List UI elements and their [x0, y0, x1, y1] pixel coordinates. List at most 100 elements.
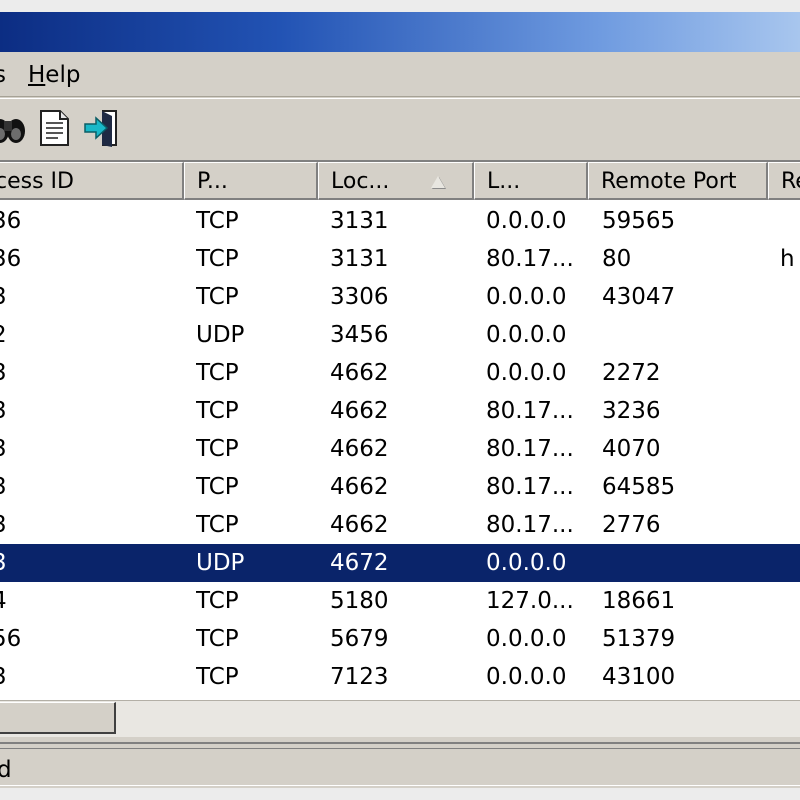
- find-icon: [0, 119, 25, 143]
- menu-bar: s Help: [0, 52, 800, 97]
- table-cell: 80.17...: [486, 436, 574, 462]
- column-header-remote-address[interactable]: Re: [768, 162, 800, 200]
- table-cell: 3: [0, 278, 172, 316]
- table-row[interactable]: 3 TCP 4662 0.0.0.0 2272: [0, 354, 800, 392]
- table-row[interactable]: 2 UDP 3456 0.0.0.0: [0, 316, 800, 354]
- table-cell: 2776: [602, 512, 661, 538]
- table-row[interactable]: 3 TCP 4662 80.17... 4070: [0, 430, 800, 468]
- table-cell: TCP: [196, 246, 239, 272]
- table-row[interactable]: 36 TCP 3131 0.0.0.0 59565: [0, 202, 800, 240]
- table-cell: 0.0.0.0: [486, 626, 567, 652]
- help-label-rest: elp: [45, 62, 81, 88]
- table-cell: TCP: [196, 512, 239, 538]
- table-cell: 3131: [330, 246, 389, 272]
- column-header-remote-port[interactable]: Remote Port: [588, 162, 768, 200]
- table-cell: UDP: [196, 322, 245, 348]
- exit-button[interactable]: [82, 107, 122, 149]
- table-cell: 3: [0, 658, 172, 696]
- table-row[interactable]: 3 UDP 4672 0.0.0.0: [0, 544, 800, 582]
- table-cell: 0.0.0.0: [486, 322, 567, 348]
- table-cell: 43047: [602, 284, 676, 310]
- properties-button[interactable]: [34, 107, 74, 149]
- column-header-process-id[interactable]: cess ID: [0, 162, 184, 200]
- table-cell: 80.17...: [486, 398, 574, 424]
- column-header-protocol[interactable]: P...: [184, 162, 318, 200]
- table-cell: 4672: [330, 550, 389, 576]
- table-cell: 5679: [330, 626, 389, 652]
- table-row[interactable]: 56 TCP 5679 0.0.0.0 51379: [0, 620, 800, 658]
- menu-item-partial[interactable]: s: [0, 60, 6, 90]
- table-cell: 4: [0, 582, 172, 620]
- table-row[interactable]: 3 TCP 3306 0.0.0.0 43047: [0, 278, 800, 316]
- horizontal-scrollbar[interactable]: [0, 700, 800, 737]
- window-top-edge: [0, 0, 800, 12]
- table-cell: TCP: [196, 474, 239, 500]
- status-bar: d: [0, 742, 800, 790]
- table-cell: 0.0.0.0: [486, 664, 567, 690]
- table-cell: 56: [0, 626, 22, 652]
- table-cell: 4662: [330, 436, 389, 462]
- menu-item-help[interactable]: Help: [28, 60, 80, 90]
- title-bar[interactable]: [0, 12, 800, 52]
- sort-ascending-icon: [431, 176, 445, 188]
- table-cell: h: [780, 246, 795, 272]
- scrollbar-thumb[interactable]: [0, 702, 116, 734]
- table-cell: 7123: [330, 664, 389, 690]
- table-cell: 80.17...: [486, 474, 574, 500]
- table-cell: 4662: [330, 360, 389, 386]
- table-cell: 36: [0, 246, 22, 272]
- toolbar: [0, 98, 800, 161]
- table-cell: TCP: [196, 588, 239, 614]
- help-accelerator: H: [28, 62, 46, 88]
- table-cell: 0.0.0.0: [486, 360, 567, 386]
- find-button[interactable]: [0, 107, 28, 149]
- document-icon: [40, 110, 69, 146]
- table-cell: 3: [0, 430, 172, 468]
- table-cell: 4662: [330, 474, 389, 500]
- table-cell: TCP: [196, 360, 239, 386]
- table-cell: 4662: [330, 512, 389, 538]
- table-row[interactable]: 4 TCP 5180 127.0... 18661: [0, 582, 800, 620]
- exit-icon: [84, 110, 117, 147]
- table-cell: 0.0.0.0: [486, 550, 567, 576]
- column-header-local-address[interactable]: L...: [474, 162, 588, 200]
- table-cell: 3: [0, 544, 172, 582]
- table-cell: 80.17...: [486, 246, 574, 272]
- table-cell: 64585: [602, 474, 676, 500]
- list-rows: 36 TCP 3131 0.0.0.0 59565 36 TCP 3131 80.17... 80…: [0, 202, 800, 702]
- table-cell: 36: [0, 208, 22, 234]
- table-cell: 3456: [330, 322, 389, 348]
- table-cell: 59565: [602, 208, 676, 234]
- connections-list[interactable]: cess ID P... Loc... L... Remote Port Re …: [0, 160, 800, 702]
- table-cell: 18661: [602, 588, 676, 614]
- table-cell: 3131: [330, 208, 389, 234]
- table-cell: 43100: [602, 664, 676, 690]
- column-header-label: Loc...: [331, 169, 390, 194]
- table-cell: TCP: [196, 664, 239, 690]
- table-cell: 4070: [602, 436, 661, 462]
- table-cell: UDP: [196, 550, 245, 576]
- table-row[interactable]: 3 TCP 4662 80.17... 3236: [0, 392, 800, 430]
- table-row[interactable]: 3 TCP 4662 80.17... 64585: [0, 468, 800, 506]
- table-cell: 5180: [330, 588, 389, 614]
- table-cell: 3: [0, 506, 172, 544]
- table-cell: 4662: [330, 398, 389, 424]
- list-header: cess ID P... Loc... L... Remote Port Re: [0, 162, 800, 202]
- table-cell: 2: [0, 316, 172, 354]
- table-row[interactable]: 36 TCP 3131 80.17... 80 h: [0, 240, 800, 278]
- table-cell: TCP: [196, 626, 239, 652]
- table-row[interactable]: 3 TCP 7123 0.0.0.0 43100: [0, 658, 800, 696]
- status-pane: d: [0, 748, 800, 786]
- table-cell: TCP: [196, 208, 239, 234]
- column-header-local-port[interactable]: Loc...: [318, 162, 474, 200]
- table-cell: 80: [602, 246, 632, 272]
- window-bottom-edge: [0, 788, 800, 800]
- table-row[interactable]: 3 TCP 4662 80.17... 2776: [0, 506, 800, 544]
- table-cell: 0.0.0.0: [486, 284, 567, 310]
- status-text: d: [0, 757, 12, 783]
- table-cell: 51379: [602, 626, 676, 652]
- table-cell: 3: [0, 468, 172, 506]
- table-cell: TCP: [196, 398, 239, 424]
- table-cell: 3236: [602, 398, 661, 424]
- table-cell: 3: [0, 392, 172, 430]
